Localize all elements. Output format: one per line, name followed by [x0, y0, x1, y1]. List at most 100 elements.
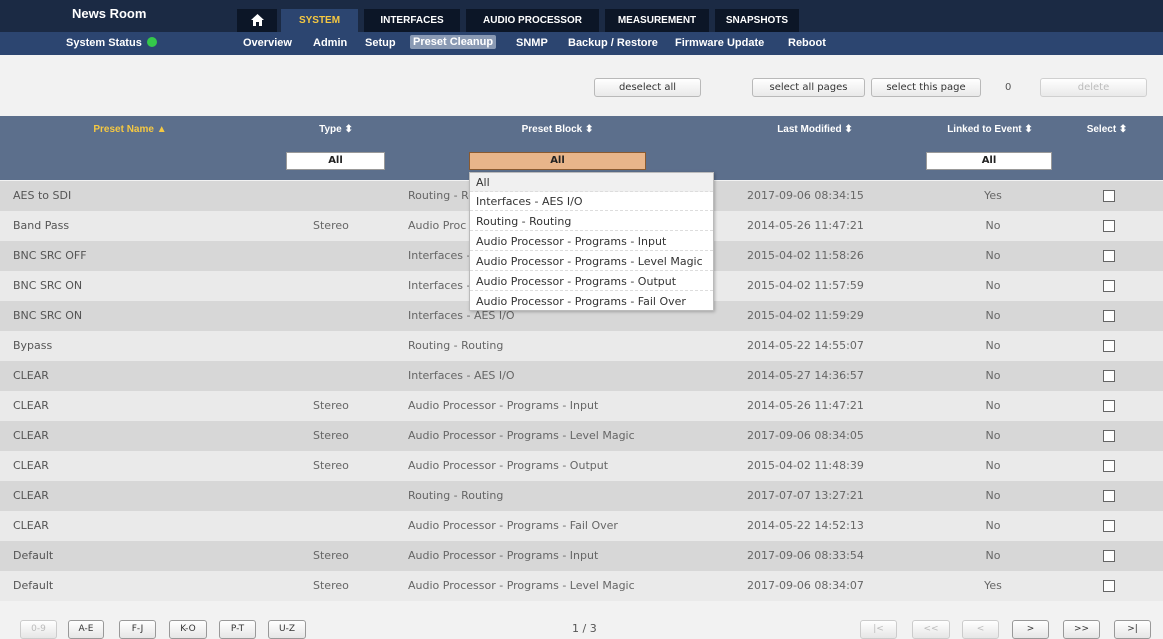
prev-page-button[interactable]: < [962, 620, 999, 639]
delete-button[interactable]: delete [1040, 78, 1147, 97]
deselect-all-button[interactable]: deselect all [594, 78, 701, 97]
subnav-overview[interactable]: Overview [243, 37, 292, 49]
cell-preset-block: Interfaces - [408, 249, 471, 262]
type-filter[interactable]: All [286, 152, 385, 170]
row-select-checkbox[interactable] [1103, 250, 1115, 262]
next-5-pages-button[interactable]: >> [1063, 620, 1100, 639]
letter-filter-0-9[interactable]: 0-9 [20, 620, 57, 639]
column-header-preset-name[interactable]: Preset Name ▲ [50, 124, 210, 135]
top-nav-bar: News Room SYSTEM INTERFACES AUDIO PROCES… [0, 0, 1163, 32]
preset-block-filter[interactable]: All [469, 152, 646, 170]
home-icon [250, 14, 264, 26]
row-select-checkbox[interactable] [1103, 460, 1115, 472]
table-row[interactable]: CLEAR Routing - Routing 2017-07-07 13:27… [0, 481, 1163, 511]
table-row[interactable]: CLEAR Audio Processor - Programs - Fail … [0, 511, 1163, 541]
last-page-button[interactable]: >| [1114, 620, 1151, 639]
subnav-reboot[interactable]: Reboot [788, 37, 826, 49]
first-page-button[interactable]: |< [860, 620, 897, 639]
letter-filter-f-j[interactable]: F-J [119, 620, 156, 639]
letter-filter-u-z[interactable]: U-Z [268, 620, 306, 639]
column-header-last-modified[interactable]: Last Modified ⬍ [750, 124, 880, 135]
subnav-preset-cleanup[interactable]: Preset Cleanup [410, 35, 497, 49]
cell-preset-block: Audio Proc [408, 219, 467, 232]
tab-system[interactable]: SYSTEM [281, 9, 358, 32]
table-row[interactable]: Default Stereo Audio Processor - Program… [0, 571, 1163, 601]
tab-audio-processor[interactable]: AUDIO PROCESSOR [466, 9, 599, 32]
cell-last-modified: 2017-09-06 08:34:15 [747, 189, 864, 202]
row-select-checkbox[interactable] [1103, 490, 1115, 502]
cell-preset-name: Bypass [13, 339, 53, 352]
subnav-snmp[interactable]: SNMP [516, 37, 548, 49]
letter-filter-p-t[interactable]: P-T [219, 620, 256, 639]
cell-linked-to-event: Yes [984, 579, 1002, 592]
dropdown-option[interactable]: Audio Processor - Programs - Fail Over [470, 292, 713, 311]
cell-last-modified: 2014-05-27 14:36:57 [747, 369, 864, 382]
cell-preset-block: Routing - Ro [408, 189, 476, 202]
dropdown-option[interactable]: Audio Processor - Programs - Output [470, 272, 713, 291]
subnav-firmware-update[interactable]: Firmware Update [675, 37, 764, 49]
cell-linked-to-event: No [985, 519, 1001, 532]
row-select-checkbox[interactable] [1103, 430, 1115, 442]
tab-measurement[interactable]: MEASUREMENT [605, 9, 709, 32]
cell-preset-name: Default [13, 549, 54, 562]
row-select-checkbox[interactable] [1103, 520, 1115, 532]
page-indicator: 1 / 3 [572, 622, 597, 635]
table-row[interactable]: CLEAR Stereo Audio Processor - Programs … [0, 421, 1163, 451]
cell-last-modified: 2015-04-02 11:59:29 [747, 309, 864, 322]
dropdown-option[interactable]: Audio Processor - Programs - Level Magic [470, 252, 713, 271]
row-select-checkbox[interactable] [1103, 340, 1115, 352]
cell-last-modified: 2015-04-02 11:57:59 [747, 279, 864, 292]
letter-filter-k-o[interactable]: K-O [169, 620, 207, 639]
cell-linked-to-event: No [985, 279, 1001, 292]
cell-preset-name: BNC SRC ON [13, 309, 83, 322]
cell-preset-name: AES to SDI [13, 189, 72, 202]
subnav-backup-restore[interactable]: Backup / Restore [568, 37, 658, 49]
next-page-button[interactable]: > [1012, 620, 1049, 639]
cell-preset-name: CLEAR [13, 519, 49, 532]
row-select-checkbox[interactable] [1103, 370, 1115, 382]
table-row[interactable]: CLEAR Interfaces - AES I/O 2014-05-27 14… [0, 361, 1163, 391]
cell-linked-to-event: No [985, 549, 1001, 562]
dropdown-option[interactable]: Audio Processor - Programs - Input [470, 232, 713, 251]
cell-linked-to-event: No [985, 339, 1001, 352]
row-select-checkbox[interactable] [1103, 310, 1115, 322]
tab-snapshots[interactable]: SNAPSHOTS [715, 9, 799, 32]
cell-preset-block: Interfaces - [408, 279, 471, 292]
column-header-select[interactable]: Select ⬍ [1072, 124, 1142, 135]
row-select-checkbox[interactable] [1103, 280, 1115, 292]
cell-preset-block: Audio Processor - Programs - Fail Over [408, 519, 618, 532]
letter-filter-a-e[interactable]: A-E [68, 620, 104, 639]
cell-last-modified: 2015-04-02 11:58:26 [747, 249, 864, 262]
linked-to-event-filter[interactable]: All [926, 152, 1052, 170]
selected-count: 0 [1005, 82, 1012, 93]
column-header-type[interactable]: Type ⬍ [296, 124, 376, 135]
row-select-checkbox[interactable] [1103, 550, 1115, 562]
table-row[interactable]: CLEAR Stereo Audio Processor - Programs … [0, 391, 1163, 421]
column-header-linked-to-event[interactable]: Linked to Event ⬍ [925, 124, 1055, 135]
cell-linked-to-event: No [985, 399, 1001, 412]
row-select-checkbox[interactable] [1103, 220, 1115, 232]
table-row[interactable]: Default Stereo Audio Processor - Program… [0, 541, 1163, 571]
cell-preset-name: CLEAR [13, 369, 49, 382]
column-header-preset-block[interactable]: Preset Block ⬍ [490, 124, 625, 135]
prev-5-pages-button[interactable]: << [912, 620, 950, 639]
row-select-checkbox[interactable] [1103, 580, 1115, 592]
row-select-checkbox[interactable] [1103, 400, 1115, 412]
cell-type: Stereo [313, 429, 349, 442]
dropdown-option[interactable]: Routing - Routing [470, 212, 713, 231]
select-this-page-button[interactable]: select this page [871, 78, 981, 97]
subnav-admin[interactable]: Admin [313, 37, 347, 49]
system-status[interactable]: System Status [66, 37, 157, 49]
cell-preset-name: CLEAR [13, 489, 49, 502]
table-row[interactable]: CLEAR Stereo Audio Processor - Programs … [0, 451, 1163, 481]
dropdown-option[interactable]: All [470, 173, 713, 192]
dropdown-option[interactable]: Interfaces - AES I/O [470, 192, 713, 211]
row-select-checkbox[interactable] [1103, 190, 1115, 202]
home-tab[interactable] [237, 9, 277, 32]
cell-preset-name: Band Pass [13, 219, 70, 232]
cell-preset-block: Routing - Routing [408, 489, 504, 502]
subnav-setup[interactable]: Setup [365, 37, 396, 49]
tab-interfaces[interactable]: INTERFACES [364, 9, 460, 32]
select-all-pages-button[interactable]: select all pages [752, 78, 865, 97]
table-row[interactable]: Bypass Routing - Routing 2014-05-22 14:5… [0, 331, 1163, 361]
